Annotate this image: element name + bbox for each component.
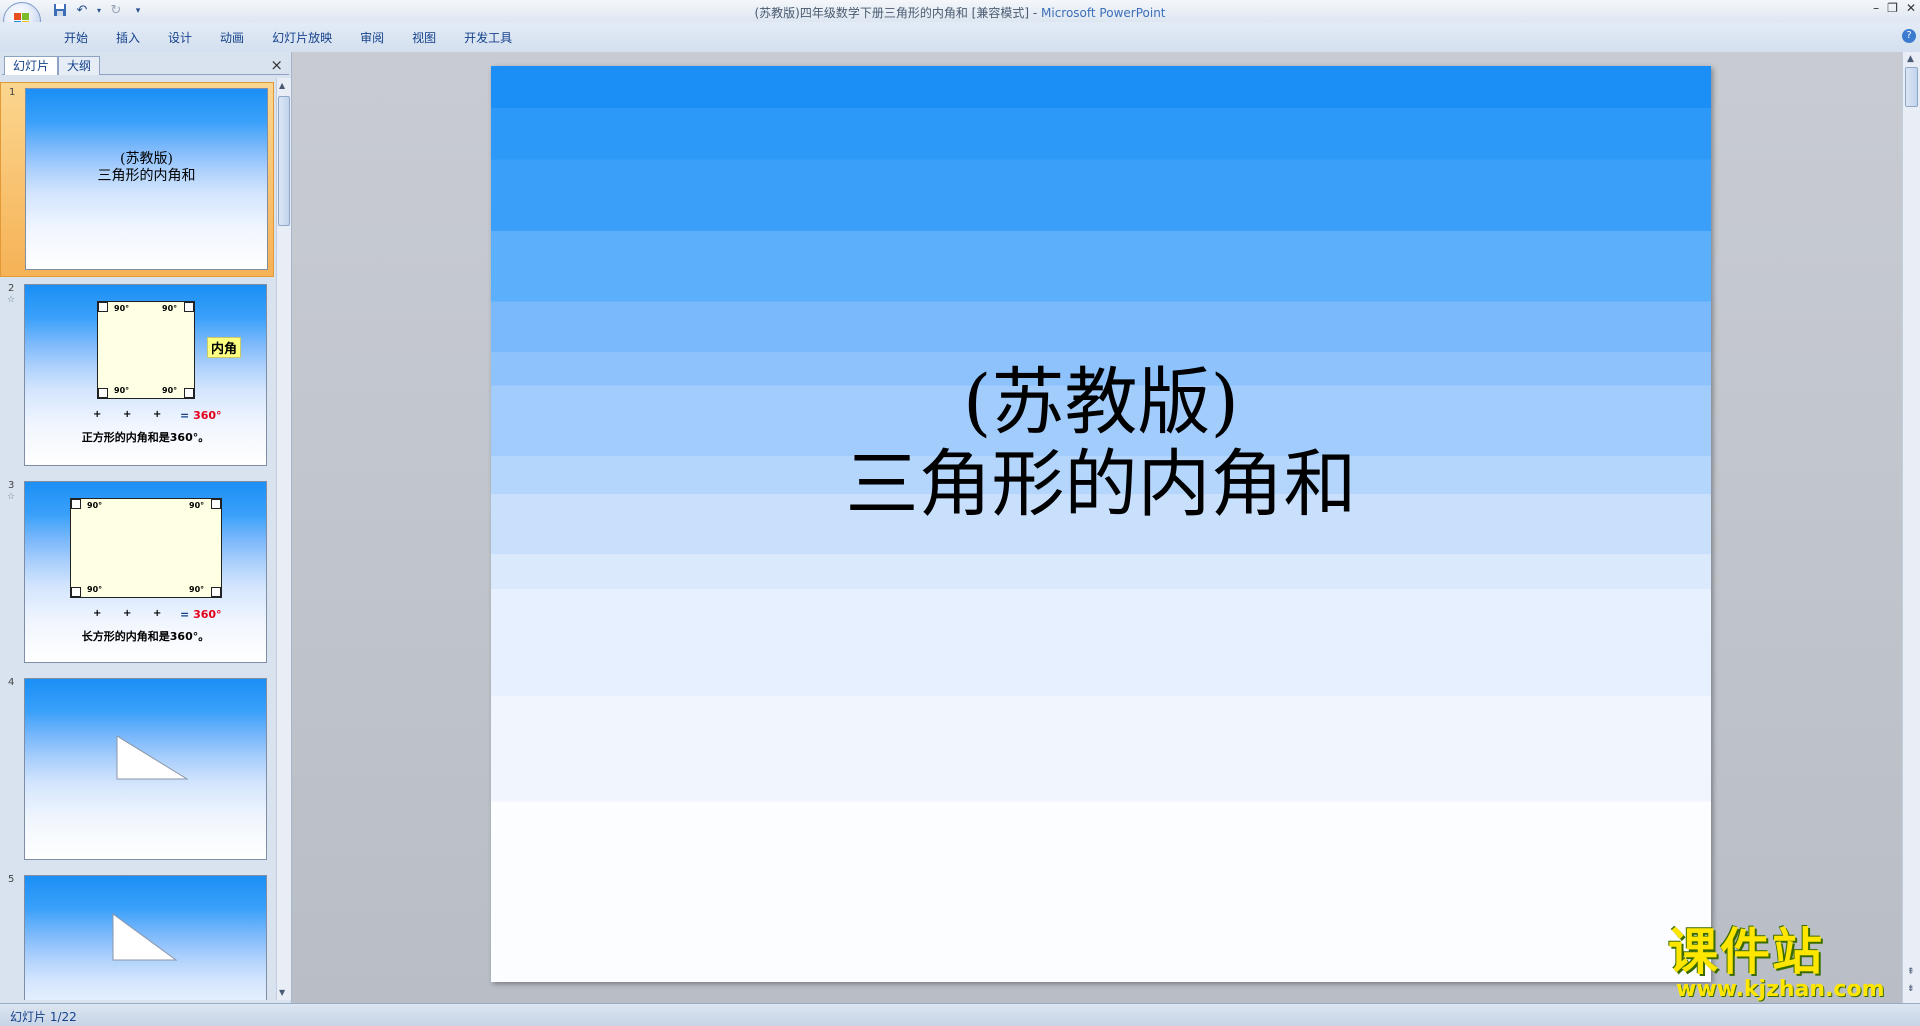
watermark-text: 课件站 — [1668, 923, 1824, 981]
thumb-title-line1: (苏教版) — [120, 151, 173, 167]
rectangle-shape: 90° 90° 90° 90° — [70, 498, 222, 598]
scroll-thumb[interactable] — [278, 96, 290, 226]
scroll-thumb[interactable] — [1905, 67, 1918, 107]
slide-thumbnail-1[interactable]: 1 (苏教版) 三角形的内角和 — [0, 82, 274, 277]
slide-scrollbar[interactable]: ▲ ⇞ ⇟ — [1902, 52, 1920, 1003]
thumbnail-preview — [24, 678, 267, 860]
ribbon-tab-bar: 开始 插入 设计 动画 幻灯片放映 审阅 视图 开发工具 ? — [0, 22, 1920, 53]
slide-title-line1: (苏教版) — [963, 360, 1239, 445]
square-shape: 90° 90° 90° 90° — [97, 301, 195, 399]
tab-review[interactable]: 审阅 — [346, 29, 398, 47]
help-icon[interactable]: ? — [1902, 29, 1916, 43]
slide-editing-area: (苏教版) 三角形的内角和 — [292, 52, 1902, 1003]
tab-outline[interactable]: 大纲 — [58, 56, 101, 75]
slide-number: 1 — [9, 87, 16, 98]
thumbnail-preview — [24, 875, 267, 1000]
triangle-shape — [112, 913, 178, 961]
slide-number: 4 — [8, 677, 15, 688]
interior-angle-label: 内角 — [207, 337, 242, 358]
tab-insert[interactable]: 插入 — [102, 29, 154, 47]
status-bar: 幻灯片 1/22 — [0, 1003, 1920, 1026]
close-icon[interactable]: ✕ — [1906, 1, 1916, 15]
document-title: (苏教版)四年级数学下册三角形的内角和 [兼容模式] — [754, 6, 1030, 20]
slide-thumbnail-2[interactable]: 2 ☆ 90° 90° 90° 90° 内角 + + + = 360° 正方形的… — [0, 279, 274, 474]
scroll-up-icon[interactable]: ▲ — [279, 81, 285, 90]
slide-number: 5 — [8, 874, 15, 885]
minimize-icon[interactable]: – — [1873, 1, 1879, 15]
watermark-logo: 课件站 www.kjzhan.com — [1668, 925, 1900, 1005]
restore-icon[interactable]: ❐ — [1887, 1, 1898, 15]
scroll-up-icon[interactable]: ▲ — [1907, 54, 1914, 64]
watermark-url: www.kjzhan.com — [1676, 977, 1885, 1002]
title-bar: ↶ ▾ ↻ ▾ (苏教版)四年级数学下册三角形的内角和 [兼容模式] - Mic… — [0, 0, 1920, 22]
thumb-caption: 正方形的内角和是360°。 — [81, 431, 210, 444]
sum-360: = 360° — [180, 409, 222, 422]
slide-number: 2 — [8, 283, 15, 294]
thumbnail-preview: (苏教版) 三角形的内角和 — [25, 88, 268, 270]
slide-thumbnail-list: 1 (苏教版) 三角形的内角和 2 ☆ 90° 90° 90° 90° 内角 +… — [0, 80, 274, 1000]
slide-title[interactable]: (苏教版) 三角形的内角和 — [491, 362, 1711, 526]
slide-number: 3 — [8, 480, 15, 491]
slide-thumbnail-3[interactable]: 3 ☆ 90° 90° 90° 90° + + + = 360° 长方形的内角和… — [0, 476, 274, 671]
window-controls: – ❐ ✕ — [1873, 1, 1916, 15]
window-title: (苏教版)四年级数学下册三角形的内角和 [兼容模式] - Microsoft P… — [754, 6, 1166, 20]
tab-slide-show[interactable]: 幻灯片放映 — [258, 29, 346, 47]
next-slide-icon[interactable]: ⇟ — [1907, 984, 1915, 994]
tab-view[interactable]: 视图 — [398, 29, 450, 47]
slides-panel: 幻灯片 大纲 × 1 (苏教版) 三角形的内角和 2 ☆ 90° 90° 90°… — [0, 52, 292, 1003]
animation-star-icon: ☆ — [7, 295, 16, 305]
previous-slide-icon[interactable]: ⇞ — [1907, 967, 1915, 977]
thumb-title-line2: 三角形的内角和 — [97, 168, 196, 184]
tab-developer[interactable]: 开发工具 — [450, 29, 526, 47]
slide-thumbnail-4[interactable]: 4 — [0, 673, 274, 868]
thumbnail-scrollbar[interactable]: ▲ ▼ — [276, 78, 291, 1000]
thumbnail-preview: 90° 90° 90° 90° + + + = 360° 长方形的内角和是360… — [24, 481, 267, 663]
app-name: Microsoft PowerPoint — [1041, 6, 1166, 20]
panel-close-icon[interactable]: × — [270, 56, 283, 74]
tab-slides[interactable]: 幻灯片 — [4, 56, 59, 75]
slide-thumbnail-5[interactable]: 5 — [0, 870, 274, 1000]
tab-design[interactable]: 设计 — [154, 29, 206, 47]
triangle-shape — [116, 735, 189, 780]
ribbon-tabs: 开始 插入 设计 动画 幻灯片放映 审阅 视图 开发工具 — [50, 29, 526, 47]
animation-star-icon: ☆ — [7, 492, 16, 502]
thumb-caption: 长方形的内角和是360°。 — [81, 630, 210, 643]
sum-360: = 360° — [180, 608, 222, 621]
slide-title-line2: 三角形的内角和 — [845, 442, 1357, 527]
tab-animations[interactable]: 动画 — [206, 29, 258, 47]
tab-home[interactable]: 开始 — [50, 29, 102, 47]
panel-tabs: 幻灯片 大纲 × — [2, 54, 289, 75]
slide-counter: 幻灯片 1/22 — [10, 1010, 77, 1024]
current-slide[interactable]: (苏教版) 三角形的内角和 — [491, 66, 1711, 982]
thumbnail-preview: 90° 90° 90° 90° 内角 + + + = 360° 正方形的内角和是… — [24, 284, 267, 466]
scroll-down-icon[interactable]: ▼ — [279, 988, 285, 997]
